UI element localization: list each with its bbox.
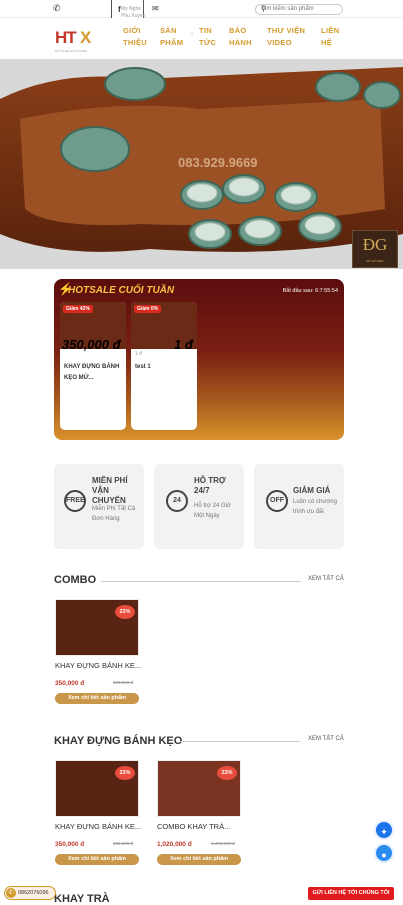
feature-title: HỖ TRỢ 24/7 — [194, 476, 226, 495]
hotsale-title: HOTSALE CUỐI TUẦN — [68, 285, 175, 296]
nav-label: TIN — [199, 26, 212, 35]
nav-label: BẢO — [229, 26, 247, 35]
search-icon[interactable]: ⚲ — [261, 5, 338, 13]
section-divider — [180, 741, 300, 742]
contact-us-button[interactable]: GỬI LIÊN HỆ TỚI CHÚNG TÔI — [308, 887, 394, 900]
hotline-button[interactable]: ✆ 0862076096 — [4, 886, 56, 900]
hero-image: 083.929.9669 — [0, 59, 403, 269]
nav-label: HÀNH — [229, 38, 252, 47]
discount-badge: 23% — [217, 766, 237, 780]
view-product-button[interactable]: Xem chi tiết sản phẩm — [55, 854, 139, 865]
product-price: 350,000 đ — [55, 841, 85, 848]
discount-badge: 23% — [115, 605, 135, 619]
product-old-price: 1,400,000 đ — [211, 841, 235, 846]
logo[interactable]: HT X MỸ NGHỆ GỖ HƯƠNG — [55, 26, 101, 56]
section-title-khay: KHAY ĐỰNG BÁNH KẸO — [54, 735, 183, 747]
logo-text-ht: HT — [55, 28, 77, 47]
hotsale-countdown: Bắt đầu sau: 6:7:55:54 — [283, 288, 338, 294]
nav-thu-vien-video[interactable]: THƯ VIỆN VIDEO — [267, 25, 305, 49]
hotsale-product-card[interactable]: Giảm 42% 350,000 đ KHAY ĐỰNG BÁNH KẸO MỨ… — [60, 302, 126, 430]
zalo-icon[interactable]: ● — [374, 843, 394, 863]
top-bar: ✆ ✉ Tìm kiếm sản phẩm ⚲ — [0, 0, 403, 18]
product-old-price: 600,000 đ — [113, 680, 134, 685]
dg-logo-badge: ĐG ĐỒ GỖ ĐẸP — [352, 230, 398, 268]
see-all-khay-link[interactable]: XEM TẤT CẢ — [308, 736, 344, 742]
hotsale-product-card[interactable]: Giảm 0% 1 đ 1 đ test 1 — [131, 302, 197, 430]
countdown-label: Bắt đầu sau: — [282, 288, 314, 294]
product-card[interactable]: 23% KHAY ĐỰNG BÁNH KE... 350,000 đ 600,0… — [55, 599, 141, 711]
dg-logo-text: ĐG — [362, 235, 388, 254]
feature-title: GIẢM GIÁ — [293, 486, 331, 495]
product-price: 1 đ — [174, 337, 193, 352]
phone-call-icon: ✆ — [6, 888, 16, 898]
product-card[interactable]: 23% COMBO KHAY TRÀ... 1,020,000 đ 1,400,… — [157, 760, 243, 872]
product-price: 1,020,000 đ — [157, 841, 192, 848]
view-product-button[interactable]: Xem chi tiết sản phẩm — [55, 693, 139, 704]
discount-tag-icon: OFF — [266, 490, 288, 512]
product-price: 350,000 đ — [55, 680, 85, 687]
search-input[interactable]: Tìm kiếm sản phẩm ⚲ — [255, 4, 343, 15]
clock-24-icon: 24 — [166, 490, 188, 512]
nav-label: LIÊN — [321, 26, 340, 35]
product-name[interactable]: COMBO KHAY TRÀ... — [157, 822, 230, 831]
truck-free-icon: FREE — [64, 490, 86, 512]
product-card[interactable]: 23% KHAY ĐỰNG BÁNH KE... 350,000 đ 600,0… — [55, 760, 141, 872]
nav-label: PHẨM — [160, 38, 184, 47]
hero-watermark: 083.929.9669 — [178, 155, 258, 170]
feature-desc: Luôn có chương trình ưu đãi — [293, 499, 337, 515]
countdown-value: 6:7:55:54 — [315, 288, 338, 294]
nav-san-pham[interactable]: SẢN PHẨM — [160, 25, 183, 49]
discount-badge: Giảm 42% — [63, 305, 93, 313]
feature-support: 24 HỖ TRỢ 24/7 Hỗ trợ 24 Giờ Một Ngày — [154, 464, 244, 549]
feature-discount: OFF GIẢM GIÁ Luôn có chương trình ưu đãi — [254, 464, 344, 549]
view-product-button[interactable]: Xem chi tiết sản phẩm — [157, 854, 241, 865]
nav-gioi-thieu[interactable]: GIỚI THIỆU — [123, 25, 147, 49]
product-old-price: 600,000 đ — [113, 841, 134, 846]
hotline-number: 0862076096 — [18, 890, 49, 896]
section-title-khay-tra: KHAY TRÀ — [54, 893, 110, 905]
feature-desc: Miễn Phí Tất Cả Đơn Hàng — [92, 506, 136, 522]
feature-free-shipping: FREE MIỄN PHÍ VẬN CHUYỂN Miễn Phí Tất Cả… — [54, 464, 144, 549]
product-price: 350,000 đ — [62, 337, 121, 352]
nav-label: GIỚI — [123, 26, 141, 35]
discount-badge: 23% — [115, 766, 135, 780]
main-header: HT X MỸ NGHỆ GỖ HƯƠNG GIỚI THIỆU SẢN PHẨ… — [0, 18, 403, 59]
nav-bao-hanh[interactable]: BẢO HÀNH — [229, 25, 252, 49]
logo-text-x: X — [80, 28, 92, 47]
nav-tin-tuc[interactable]: TIN TỨC — [199, 25, 216, 49]
nav-label: TỨC — [199, 38, 217, 47]
nav-label: THIỆU — [123, 38, 147, 47]
phone-icon[interactable]: ✆ — [53, 4, 62, 13]
feature-desc: Hỗ trợ 24 Giờ Một Ngày — [194, 503, 231, 519]
nav-label: HỆ — [321, 38, 333, 47]
messenger-icon[interactable]: ✦ — [374, 820, 394, 840]
product-name[interactable]: test 1 — [135, 362, 195, 373]
logo-tagline: MỸ NGHỆ GỖ HƯƠNG — [55, 49, 88, 53]
hero-banner[interactable]: 083.929.9669 — [0, 59, 403, 269]
product-name[interactable]: KHAY ĐỰNG BÁNH KE... — [55, 822, 141, 831]
hotsale-section: ⚡ HOTSALE CUỐI TUẦN Bắt đầu sau: 6:7:55:… — [54, 279, 344, 440]
section-title-combo: COMBO — [54, 574, 97, 586]
see-all-combo-link[interactable]: XEM TẤT CẢ — [308, 576, 344, 582]
nav-label: VIDEO — [267, 38, 292, 47]
product-old-price: 1 đ — [135, 351, 142, 357]
discount-badge: Giảm 0% — [134, 305, 162, 313]
section-divider — [101, 581, 301, 582]
mail-icon[interactable]: ✉ — [152, 4, 159, 13]
dg-logo-subtext: ĐỒ GỖ ĐẸP — [366, 259, 384, 263]
nav-label: SẢN — [160, 26, 177, 35]
nav-lien-he[interactable]: LIÊN HỆ — [321, 25, 339, 49]
nav-label: THƯ VIỆN — [267, 26, 306, 35]
chevron-down-icon: ⌄ — [190, 30, 195, 36]
product-name[interactable]: KHAY ĐỰNG BÁNH KE... — [55, 661, 141, 670]
product-name[interactable]: KHAY ĐỰNG BÁNH KẸO MỨ... — [64, 362, 124, 384]
feature-title: MIỄN PHÍ VẬN CHUYỂN — [92, 476, 128, 505]
